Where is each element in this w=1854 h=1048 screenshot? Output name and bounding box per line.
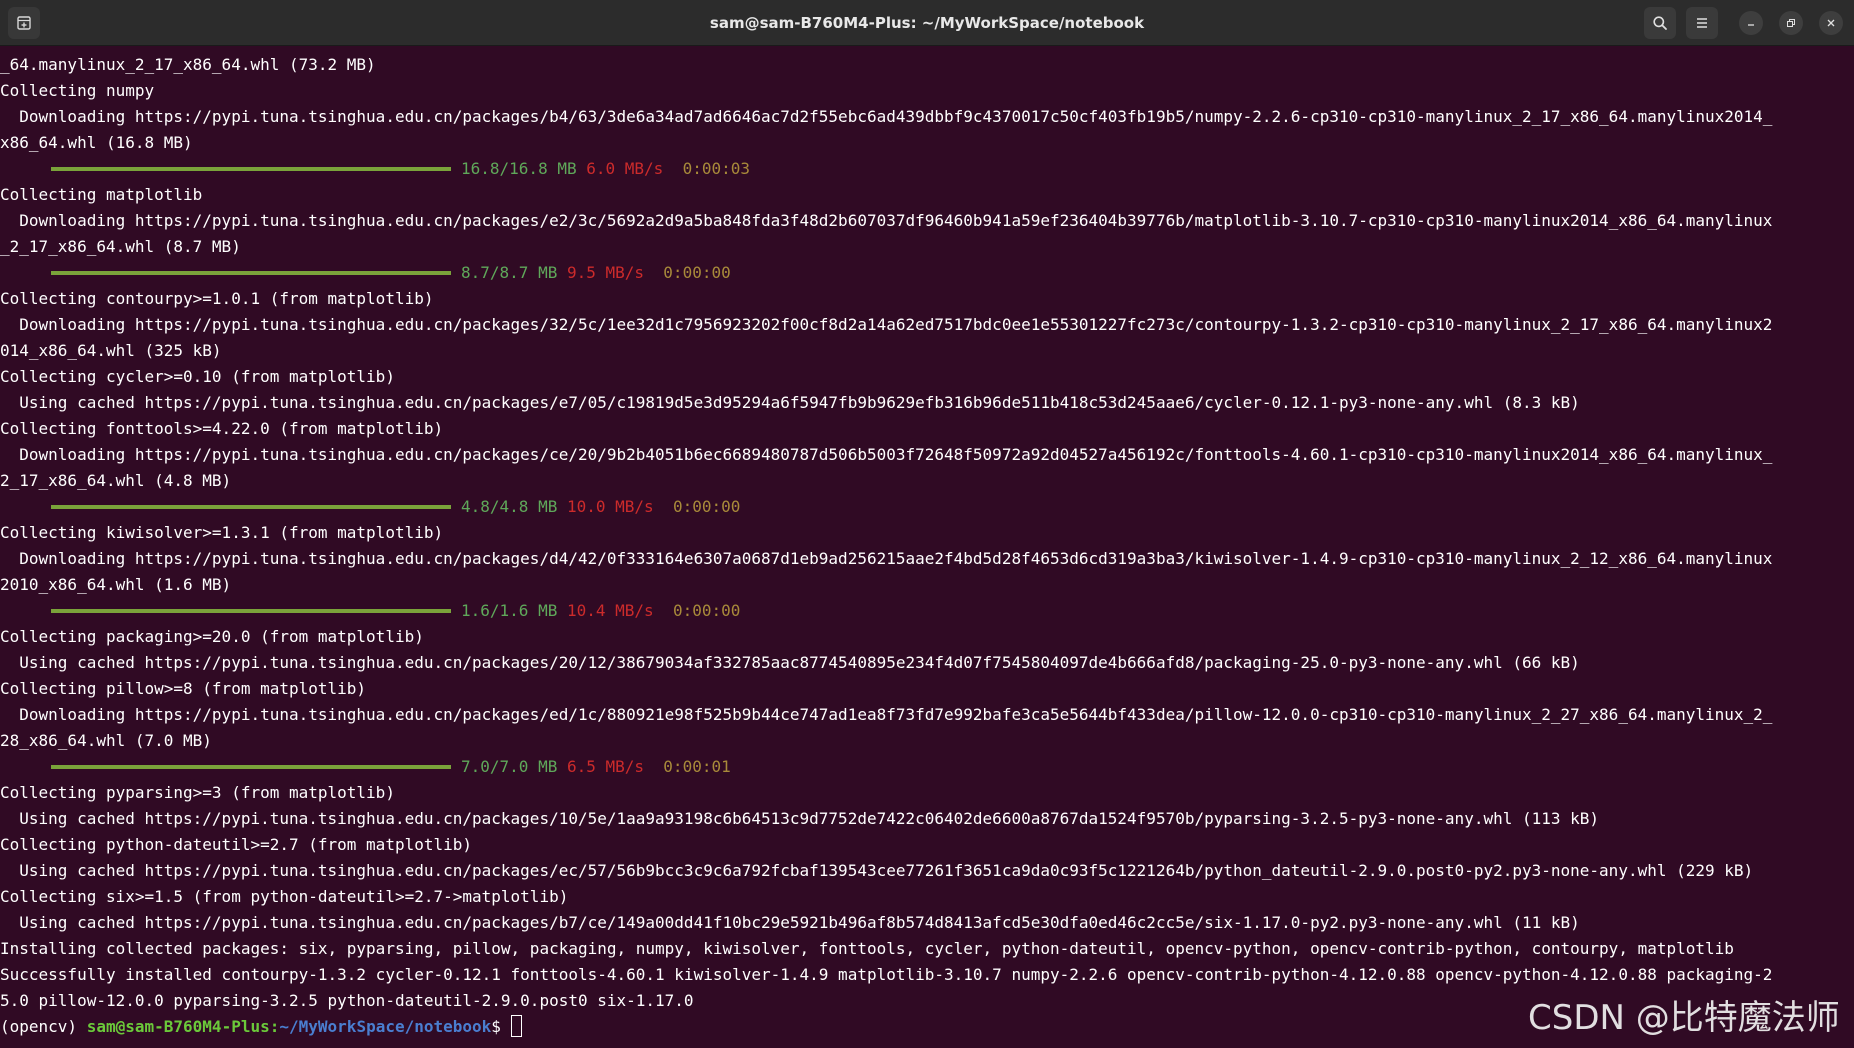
progress-bar-fill: [51, 765, 451, 769]
progress-info: 1.6/1.6 MB 10.4 MB/s 0:00:00: [461, 598, 740, 624]
terminal-line: 2010_x86_64.whl (1.6 MB): [0, 575, 232, 594]
progress-bar-fill: [51, 609, 451, 613]
download-progress: 4.8/4.8 MB 10.0 MB/s 0:00:00: [0, 494, 1854, 520]
terminal-line: Successfully installed contourpy-1.3.2 c…: [0, 965, 1773, 984]
progress-bar-fill: [51, 167, 451, 171]
terminal-line: Installing collected packages: six, pypa…: [0, 939, 1734, 958]
progress-rate: 10.0 MB/s: [566, 497, 654, 516]
terminal-line: Collecting numpy: [0, 81, 155, 100]
progress-eta: 0:00:03: [682, 159, 750, 178]
terminal-line: Collecting six>=1.5 (from python-dateuti…: [0, 887, 569, 906]
maximize-icon: [1787, 19, 1795, 27]
progress-size: 1.6/1.6 MB: [461, 601, 558, 620]
terminal-line: x86_64.whl (16.8 MB): [0, 133, 193, 152]
progress-bar: [51, 505, 451, 509]
progress-eta: 0:00:00: [672, 601, 741, 620]
terminal-line: Collecting python-dateutil>=2.7 (from ma…: [0, 835, 473, 854]
progress-info: 4.8/4.8 MB 10.0 MB/s 0:00:00: [461, 494, 740, 520]
terminal-output[interactable]: _64.manylinux_2_17_x86_64.whl (73.2 MB) C…: [0, 52, 1854, 1042]
progress-eta: 0:00:00: [663, 263, 731, 282]
terminal-line: 28_x86_64.whl (7.0 MB): [0, 731, 212, 750]
search-button[interactable]: [1644, 7, 1676, 39]
terminal-line: Collecting packaging>=20.0 (from matplot…: [0, 627, 424, 646]
terminal-line: Downloading https://pypi.tuna.tsinghua.e…: [0, 211, 1773, 230]
hamburger-menu-icon: [1697, 18, 1707, 28]
close-button[interactable]: [1819, 11, 1843, 35]
prompt-env: (opencv): [0, 1017, 87, 1036]
minimize-icon: [1748, 24, 1754, 26]
progress-bar-fill: [51, 271, 451, 275]
window-title: sam@sam-B760M4-Plus: ~/MyWorkSpace/noteb…: [709, 14, 1145, 32]
terminal-line: _64.manylinux_2_17_x86_64.whl (73.2 MB): [0, 55, 376, 74]
close-icon: [1827, 19, 1835, 27]
download-progress: 8.7/8.7 MB 9.5 MB/s 0:00:00: [0, 260, 1854, 286]
terminal-line: Collecting matplotlib: [0, 185, 203, 204]
watermark: CSDN @比特魔法师: [1528, 998, 1840, 1038]
progress-info: 8.7/8.7 MB 9.5 MB/s 0:00:00: [461, 260, 731, 286]
progress-size: 4.8/4.8 MB: [461, 497, 558, 516]
terminal-line: Collecting pyparsing>=3 (from matplotlib…: [0, 783, 395, 802]
minimize-button[interactable]: [1739, 11, 1763, 35]
progress-bar: [51, 271, 451, 275]
terminal-line: Downloading https://pypi.tuna.tsinghua.e…: [0, 445, 1773, 464]
progress-bar: [51, 765, 451, 769]
search-icon: [1653, 16, 1667, 30]
terminal-line: Collecting cycler>=0.10 (from matplotlib…: [0, 367, 395, 386]
terminal-line: Downloading https://pypi.tuna.tsinghua.e…: [0, 705, 1773, 724]
progress-bar-fill: [51, 505, 451, 509]
terminal-line: Using cached https://pypi.tuna.tsinghua.…: [0, 393, 1580, 412]
terminal-line: Downloading https://pypi.tuna.tsinghua.e…: [0, 315, 1773, 334]
progress-rate: 6.0 MB/s: [586, 159, 664, 178]
terminal-line: Downloading https://pypi.tuna.tsinghua.e…: [0, 549, 1773, 568]
terminal-line: Using cached https://pypi.tuna.tsinghua.…: [0, 653, 1580, 672]
progress-size: 16.8/16.8 MB: [461, 159, 577, 178]
progress-bar: [51, 609, 451, 613]
download-progress: 1.6/1.6 MB 10.4 MB/s 0:00:00: [0, 598, 1854, 624]
prompt-dollar: $: [491, 1017, 511, 1036]
progress-eta: 0:00:00: [672, 497, 741, 516]
terminal-line: Downloading https://pypi.tuna.tsinghua.e…: [0, 107, 1773, 126]
progress-info: 7.0/7.0 MB 6.5 MB/s 0:00:01: [461, 754, 731, 780]
terminal-line: _2_17_x86_64.whl (8.7 MB): [0, 237, 241, 256]
progress-size: 8.7/8.7 MB: [461, 263, 558, 282]
maximize-button[interactable]: [1779, 11, 1803, 35]
terminal-line: 014_x86_64.whl (325 kB): [0, 341, 222, 360]
terminal-line: Collecting contourpy>=1.0.1 (from matplo…: [0, 289, 434, 308]
progress-eta: 0:00:01: [663, 757, 731, 776]
prompt-separator: :: [269, 1017, 280, 1036]
prompt-path: ~/MyWorkSpace/notebook: [279, 1017, 492, 1036]
progress-rate: 6.5 MB/s: [566, 757, 645, 776]
progress-rate: 9.5 MB/s: [566, 263, 645, 282]
terminal-line: Collecting kiwisolver>=1.3.1 (from matpl…: [0, 523, 444, 542]
terminal-cursor[interactable]: [510, 1015, 522, 1037]
terminal-line: Using cached https://pypi.tuna.tsinghua.…: [0, 913, 1580, 932]
terminal-line: 2_17_x86_64.whl (4.8 MB): [0, 471, 232, 490]
progress-rate: 10.4 MB/s: [566, 601, 654, 620]
progress-bar: [51, 167, 451, 171]
progress-info: 16.8/16.8 MB 6.0 MB/s 0:00:03: [461, 156, 750, 182]
progress-size: 7.0/7.0 MB: [461, 757, 558, 776]
terminal-line: Using cached https://pypi.tuna.tsinghua.…: [0, 809, 1600, 828]
terminal-line: Collecting fonttools>=4.22.0 (from matpl…: [0, 419, 444, 438]
download-progress: 7.0/7.0 MB 6.5 MB/s 0:00:01: [0, 754, 1854, 780]
prompt-user-host: sam@sam-B760M4-Plus: [86, 1017, 270, 1036]
terminal-line: Collecting pillow>=8 (from matplotlib): [0, 679, 367, 698]
menu-button[interactable]: [1686, 7, 1718, 39]
terminal-line: Using cached https://pypi.tuna.tsinghua.…: [0, 861, 1754, 880]
title-bar: sam@sam-B760M4-Plus: ~/MyWorkSpace/noteb…: [0, 0, 1854, 46]
download-progress: 16.8/16.8 MB 6.0 MB/s 0:00:03: [0, 156, 1854, 182]
